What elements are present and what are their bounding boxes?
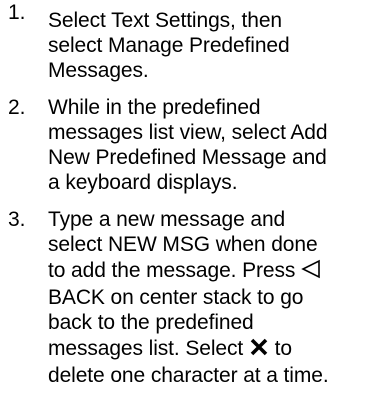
step-text-fragment: messages list. Select <box>48 337 244 360</box>
step-text-line: messages list. Select to <box>48 335 374 363</box>
step-text-line: delete one character at a time. <box>48 364 329 387</box>
step-text-line: Messages. <box>48 59 149 82</box>
step-text-line: select Manage Predefined <box>48 34 290 57</box>
instruction-steps: 1. Select Text Settings, then select Man… <box>0 0 380 388</box>
step-text-line: Type a new message and <box>48 208 286 231</box>
step-text-line: back to the predefined <box>48 311 254 334</box>
step-text-line: a keyboard displays. <box>48 171 238 194</box>
step-number: 3. <box>8 208 26 231</box>
step-text-line: BACK on center stack to go <box>48 286 304 309</box>
step-text-line: While in the predefined <box>48 96 261 119</box>
step-2: 2. While in the predefined messages list… <box>0 95 380 195</box>
step-text-line: New Predefined Message and <box>48 146 327 169</box>
back-triangle-icon <box>301 259 321 279</box>
step-1: 1. Select Text Settings, then select Man… <box>0 0 380 83</box>
step-number: 1. <box>8 1 26 24</box>
step-text-line: messages list view, select Add <box>48 121 328 144</box>
step-text-line: select NEW MSG when done <box>48 233 318 256</box>
x-delete-icon <box>249 337 269 357</box>
step-3: 3. Type a new message and select NEW MSG… <box>0 207 380 388</box>
step-text-line: to add the message. Press <box>48 257 374 285</box>
step-text-line: Select Text Settings, then <box>48 9 282 32</box>
step-number: 2. <box>8 96 26 119</box>
step-text-fragment: to <box>274 337 292 360</box>
step-text-fragment: to add the message. Press <box>48 259 296 282</box>
